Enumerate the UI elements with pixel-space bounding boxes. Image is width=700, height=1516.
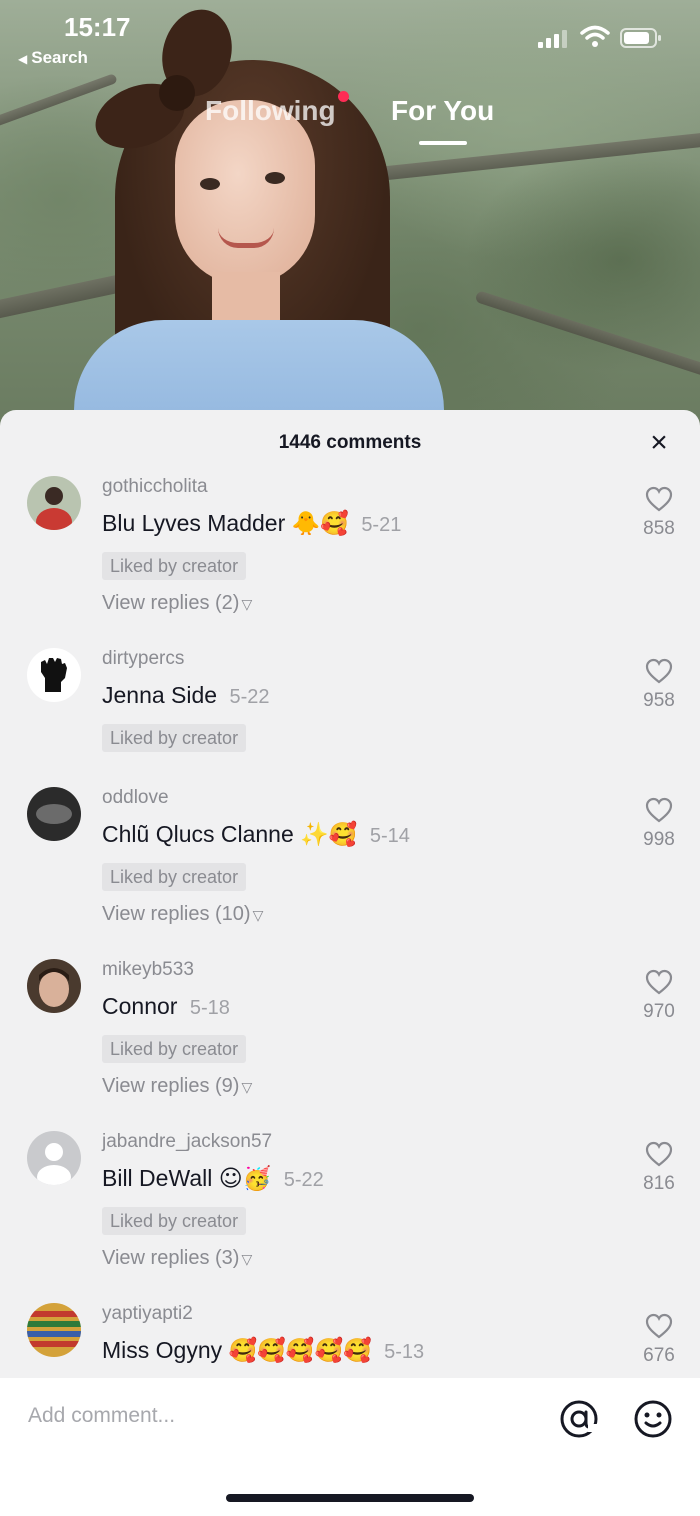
status-time: 15:17 bbox=[64, 12, 131, 42]
comments-count: 1446 comments bbox=[278, 432, 422, 453]
comment-item: gothiccholita Blu Lyves Madder 🐥🥰 5-21 L… bbox=[0, 476, 700, 626]
comment-text: Chlũ Qlucs Clanne bbox=[102, 821, 294, 847]
cellular-signal-icon bbox=[538, 30, 567, 48]
comment-composer bbox=[0, 1378, 700, 1516]
comment-text-line: Miss Ogyny 🥰🥰🥰🥰🥰 5-13 bbox=[102, 1337, 424, 1364]
liked-by-creator-badge: Liked by creator bbox=[102, 1207, 247, 1235]
avatar[interactable] bbox=[27, 1303, 81, 1357]
view-replies-label: View replies (3) bbox=[102, 1247, 240, 1269]
add-comment-input[interactable] bbox=[28, 1404, 528, 1428]
at-icon[interactable] bbox=[558, 1398, 600, 1440]
back-to-search-link[interactable]: ◀ Search bbox=[18, 48, 88, 68]
comment-text: Miss Ogyny bbox=[102, 1337, 223, 1363]
comment-username[interactable]: jabandre_jackson57 bbox=[102, 1131, 272, 1153]
home-indicator bbox=[226, 1494, 474, 1502]
back-label: Search bbox=[31, 48, 88, 67]
comment-item: dirtypercs Jenna Side 5-22 Liked by crea… bbox=[0, 648, 700, 758]
like-button[interactable]: 970 bbox=[632, 969, 686, 1023]
like-button[interactable]: 998 bbox=[632, 797, 686, 851]
chevron-down-icon: ▽ bbox=[241, 1079, 253, 1095]
comment-item: oddlove Chlũ Qlucs Clanne ✨🥰 5-14 Liked … bbox=[0, 787, 700, 937]
close-icon[interactable]: × bbox=[644, 428, 674, 458]
liked-by-creator-badge: Liked by creator bbox=[102, 724, 247, 752]
comment-text: Connor bbox=[102, 993, 178, 1019]
comment-emojis: 🐥🥰 bbox=[291, 511, 349, 537]
comment-text-line: Chlũ Qlucs Clanne ✨🥰 5-14 bbox=[102, 821, 410, 848]
heart-icon bbox=[645, 969, 673, 995]
like-count: 998 bbox=[643, 829, 675, 850]
chevron-down-icon: ▽ bbox=[241, 1251, 253, 1267]
avatar[interactable] bbox=[27, 1131, 81, 1185]
view-replies-label: View replies (9) bbox=[102, 1075, 240, 1097]
view-replies-button[interactable]: View replies (3) ▽ bbox=[102, 1247, 252, 1270]
comment-username[interactable]: oddlove bbox=[102, 787, 169, 809]
avatar[interactable] bbox=[27, 648, 81, 702]
back-arrow-icon: ◀ bbox=[18, 52, 28, 66]
liked-by-creator-badge: Liked by creator bbox=[102, 863, 247, 891]
heart-icon bbox=[645, 797, 673, 823]
comment-username[interactable]: gothiccholita bbox=[102, 476, 208, 498]
like-count: 676 bbox=[643, 1345, 675, 1366]
view-replies-button[interactable]: View replies (10) ▽ bbox=[102, 903, 263, 926]
comment-text: Bill DeWall bbox=[102, 1165, 213, 1191]
avatar[interactable] bbox=[27, 959, 81, 1013]
comment-username[interactable]: dirtypercs bbox=[102, 648, 184, 670]
comment-item: mikeyb533 Connor 5-18 Liked by creator V… bbox=[0, 959, 700, 1109]
battery-icon bbox=[620, 28, 661, 48]
comment-text-line: Jenna Side 5-22 bbox=[102, 682, 270, 709]
comment-text-line: Blu Lyves Madder 🐥🥰 5-21 bbox=[102, 510, 401, 537]
heart-icon bbox=[645, 1141, 673, 1167]
view-replies-button[interactable]: View replies (9) ▽ bbox=[102, 1075, 252, 1098]
comments-sheet: 1446 comments × gothiccholita Blu Lyves … bbox=[0, 410, 700, 1516]
heart-icon bbox=[645, 658, 673, 684]
comment-text: Blu Lyves Madder bbox=[102, 510, 286, 536]
comment-username[interactable]: mikeyb533 bbox=[102, 959, 194, 981]
wifi-icon bbox=[580, 25, 610, 47]
avatar[interactable] bbox=[27, 476, 81, 530]
feed-tabs: Following For You bbox=[0, 91, 700, 155]
comment-text-line: Connor 5-18 bbox=[102, 993, 230, 1020]
comment-item: jabandre_jackson57 Bill DeWall ☺🥳 5-22 L… bbox=[0, 1131, 700, 1281]
comment-date: 5-18 bbox=[189, 997, 230, 1019]
comment-username[interactable]: yaptiyapti2 bbox=[102, 1303, 193, 1325]
like-count: 816 bbox=[643, 1173, 675, 1194]
following-notification-dot bbox=[338, 91, 349, 102]
heart-icon bbox=[645, 1313, 673, 1339]
like-count: 958 bbox=[643, 690, 675, 711]
tab-following[interactable]: Following bbox=[205, 95, 336, 127]
status-bar: 15:17 ◀ Search bbox=[0, 0, 700, 70]
comment-emojis: 🥰🥰🥰🥰🥰 bbox=[228, 1338, 372, 1364]
active-tab-indicator bbox=[419, 141, 467, 145]
emoji-face-icon[interactable] bbox=[632, 1398, 674, 1440]
avatar[interactable] bbox=[27, 787, 81, 841]
comment-date: 5-13 bbox=[384, 1341, 425, 1363]
comment-date: 5-14 bbox=[369, 825, 410, 847]
comment-emojis: ☺🥳 bbox=[218, 1166, 272, 1192]
view-replies-label: View replies (2) bbox=[102, 592, 240, 614]
like-button[interactable]: 858 bbox=[632, 486, 686, 540]
like-button[interactable]: 676 bbox=[632, 1313, 686, 1367]
tab-for-you[interactable]: For You bbox=[391, 95, 494, 127]
comment-date: 5-22 bbox=[283, 1169, 324, 1191]
like-count: 970 bbox=[643, 1001, 675, 1022]
liked-by-creator-badge: Liked by creator bbox=[102, 552, 247, 580]
comment-text-line: Bill DeWall ☺🥳 5-22 bbox=[102, 1165, 324, 1192]
chevron-down-icon: ▽ bbox=[252, 907, 264, 923]
view-replies-button[interactable]: View replies (2) ▽ bbox=[102, 592, 252, 615]
comment-emojis: ✨🥰 bbox=[300, 822, 358, 848]
comment-date: 5-22 bbox=[229, 686, 270, 708]
view-replies-label: View replies (10) bbox=[102, 903, 251, 925]
like-button[interactable]: 816 bbox=[632, 1141, 686, 1195]
comment-date: 5-21 bbox=[361, 514, 402, 536]
like-button[interactable]: 958 bbox=[632, 658, 686, 712]
chevron-down-icon: ▽ bbox=[241, 596, 253, 612]
like-count: 858 bbox=[643, 518, 675, 539]
comment-item: yaptiyapti2 Miss Ogyny 🥰🥰🥰🥰🥰 5-13 676 bbox=[0, 1303, 700, 1383]
comments-header: 1446 comments × bbox=[0, 410, 700, 474]
heart-icon bbox=[645, 486, 673, 512]
liked-by-creator-badge: Liked by creator bbox=[102, 1035, 247, 1063]
comment-text: Jenna Side bbox=[102, 682, 218, 708]
